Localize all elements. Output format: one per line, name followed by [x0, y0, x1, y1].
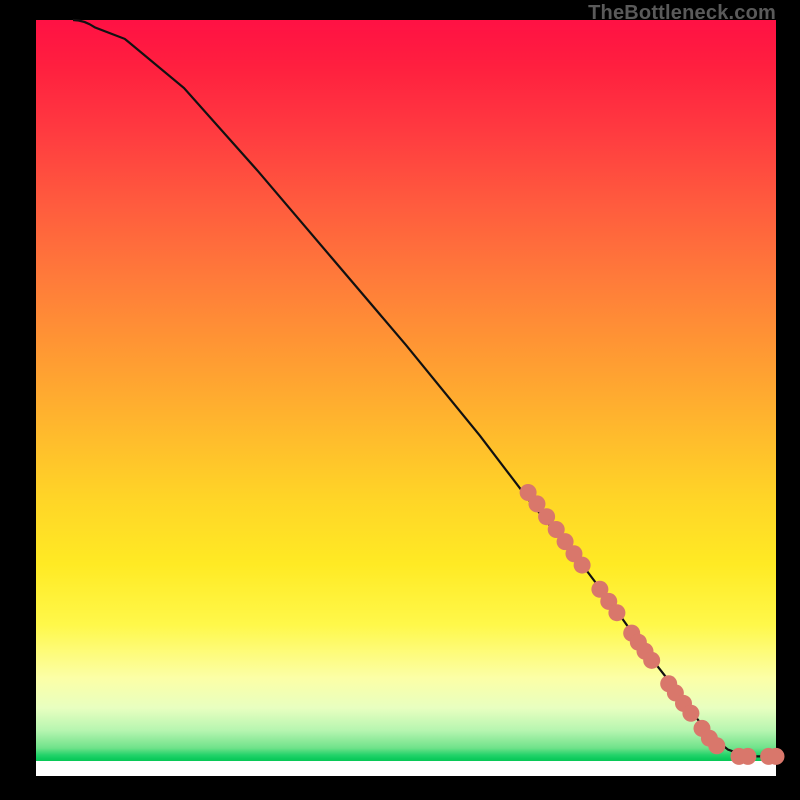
- data-point: [608, 604, 625, 621]
- data-point: [739, 748, 756, 765]
- bottleneck-curve: [73, 20, 776, 756]
- data-point: [643, 652, 660, 669]
- data-point: [574, 557, 591, 574]
- curve-layer: [36, 20, 776, 776]
- data-point: [768, 748, 785, 765]
- plot-area: [36, 20, 776, 776]
- chart-stage: TheBottleneck.com: [0, 0, 800, 800]
- data-point: [708, 737, 725, 754]
- data-points-group: [520, 484, 785, 765]
- data-point: [682, 705, 699, 722]
